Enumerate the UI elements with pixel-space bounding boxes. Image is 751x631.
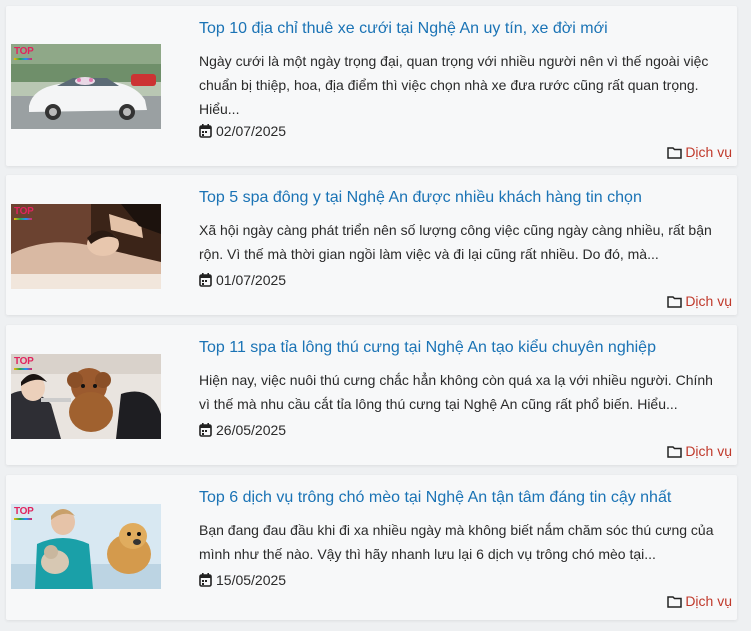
post-category-label: Dịch vụ [685,293,732,309]
post-date: 01/07/2025 [199,272,286,288]
top-badge-stripe [14,218,32,220]
top-badge: TOP [14,207,34,220]
post-date: 02/07/2025 [199,123,286,139]
post-thumbnail-spa[interactable]: TOP [11,204,161,289]
post-date-text: 01/07/2025 [216,272,287,288]
post-date-text: 26/05/2025 [216,422,287,438]
post-title[interactable]: Top 10 địa chỉ thuê xe cưới tại Nghệ An … [199,20,729,38]
post-category-label: Dịch vụ [685,443,732,459]
post-date-text: 15/05/2025 [216,572,287,588]
folder-icon [667,146,683,159]
folder-icon [667,445,683,458]
top-badge-stripe [14,58,32,60]
post-card: TOP Top 5 spa đông y tại Nghệ An được nh… [6,175,737,315]
folder-icon [667,595,683,608]
post-category-link[interactable]: Dịch vụ [667,144,732,160]
post-category-link[interactable]: Dịch vụ [667,293,732,309]
top-badge: TOP [14,507,34,520]
post-card: TOP Top 10 địa chỉ thuê xe cưới tại Nghệ… [6,6,737,166]
wedding-car-image [11,44,161,129]
post-thumbnail-wedding-car[interactable]: TOP [11,44,161,129]
post-card: TOP Top 6 dịch vụ trông chó mèo tại Nghệ… [6,475,737,620]
post-excerpt: Xã hội ngày càng phát triển nên số lượng… [199,222,712,262]
post-excerpt: Bạn đang đau đầu khi đi xa nhiều ngày mà… [199,522,714,562]
pet-sitting-image [11,504,161,589]
post-list: TOP Top 10 địa chỉ thuê xe cưới tại Nghệ… [0,0,751,631]
calendar-icon [199,573,212,587]
post-title[interactable]: Top 5 spa đông y tại Nghệ An được nhiều … [199,189,729,207]
post-category-link[interactable]: Dịch vụ [667,443,732,459]
top-badge: TOP [14,357,34,370]
post-title[interactable]: Top 11 spa tỉa lông thú cưng tại Nghệ An… [199,339,729,357]
spa-treatment-image [11,204,161,289]
folder-icon [667,295,683,308]
post-card: TOP Top 11 spa tỉa lông thú cưng tại Ngh… [6,325,737,465]
calendar-icon [199,423,212,437]
post-category-link[interactable]: Dịch vụ [667,593,732,609]
post-date-text: 02/07/2025 [216,123,287,139]
post-excerpt: Hiện nay, việc nuôi thú cưng chắc hẳn kh… [199,372,713,412]
post-date: 15/05/2025 [199,572,286,588]
post-excerpt: Ngày cưới là một ngày trọng đại, quan tr… [199,53,709,117]
calendar-icon [199,124,212,138]
post-category-label: Dịch vụ [685,593,732,609]
top-badge: TOP [14,47,34,60]
post-thumbnail-pet-sitting[interactable]: TOP [11,504,161,589]
top-badge-stripe [14,518,32,520]
calendar-icon [199,273,212,287]
post-title[interactable]: Top 6 dịch vụ trông chó mèo tại Nghệ An … [199,489,729,507]
post-category-label: Dịch vụ [685,144,732,160]
pet-grooming-image [11,354,161,439]
top-badge-stripe [14,368,32,370]
post-date: 26/05/2025 [199,422,286,438]
post-thumbnail-pet-grooming[interactable]: TOP [11,354,161,439]
